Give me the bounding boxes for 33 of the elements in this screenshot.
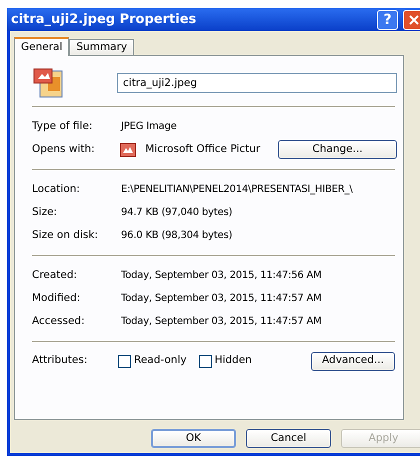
property-label: Location: xyxy=(32,182,81,197)
property-label: Type of file: xyxy=(32,118,94,134)
image-app-icon xyxy=(120,142,136,156)
checkbox-label[interactable]: Hidden xyxy=(214,353,252,369)
advanced-button[interactable]: Advanced... xyxy=(311,352,395,370)
dialog-button[interactable]: Cancel xyxy=(246,429,331,448)
change-button[interactable]: Change... xyxy=(278,140,398,159)
tab[interactable]: General xyxy=(14,37,70,56)
property-label: Opens with: xyxy=(32,142,96,157)
checkbox[interactable] xyxy=(118,354,131,368)
property-label: Size: xyxy=(32,204,58,220)
property-value: 96.0 KB (98,304 bytes) xyxy=(121,229,232,243)
property-label: Created: xyxy=(32,268,78,283)
window-title: citra_uji2.jpeg Properties xyxy=(11,10,196,29)
property-value: Today, September 03, 2015, 11:47:56 AM xyxy=(121,269,322,283)
close-icon xyxy=(408,14,418,24)
property-value: 94.7 KB (97,040 bytes) xyxy=(121,206,232,220)
property-value: E:\PENELITIAN\PENEL2014\PRESENTASI_HIBER_\ xyxy=(121,183,352,197)
dialog-button[interactable]: OK xyxy=(151,429,236,448)
property-value: Microsoft Office Pictur xyxy=(145,142,262,157)
help-button[interactable]: ? xyxy=(377,10,398,30)
close-button[interactable] xyxy=(403,10,420,30)
file-name-field[interactable]: citra_uji2.jpeg xyxy=(117,73,397,93)
property-label: Modified: xyxy=(32,290,82,306)
property-label: Accessed: xyxy=(32,314,86,329)
attributes-label: Attributes: xyxy=(32,353,88,368)
checkbox[interactable] xyxy=(198,354,212,368)
checkbox-label[interactable]: Read-only xyxy=(134,353,187,369)
property-label: Size on disk: xyxy=(32,228,99,243)
property-value: JPEG Image xyxy=(121,120,177,134)
property-value: Today, September 03, 2015, 11:47:57 AM xyxy=(121,292,322,306)
property-value: Today, September 03, 2015, 11:47:57 AM xyxy=(121,315,322,329)
tab[interactable]: Summary xyxy=(69,39,134,55)
